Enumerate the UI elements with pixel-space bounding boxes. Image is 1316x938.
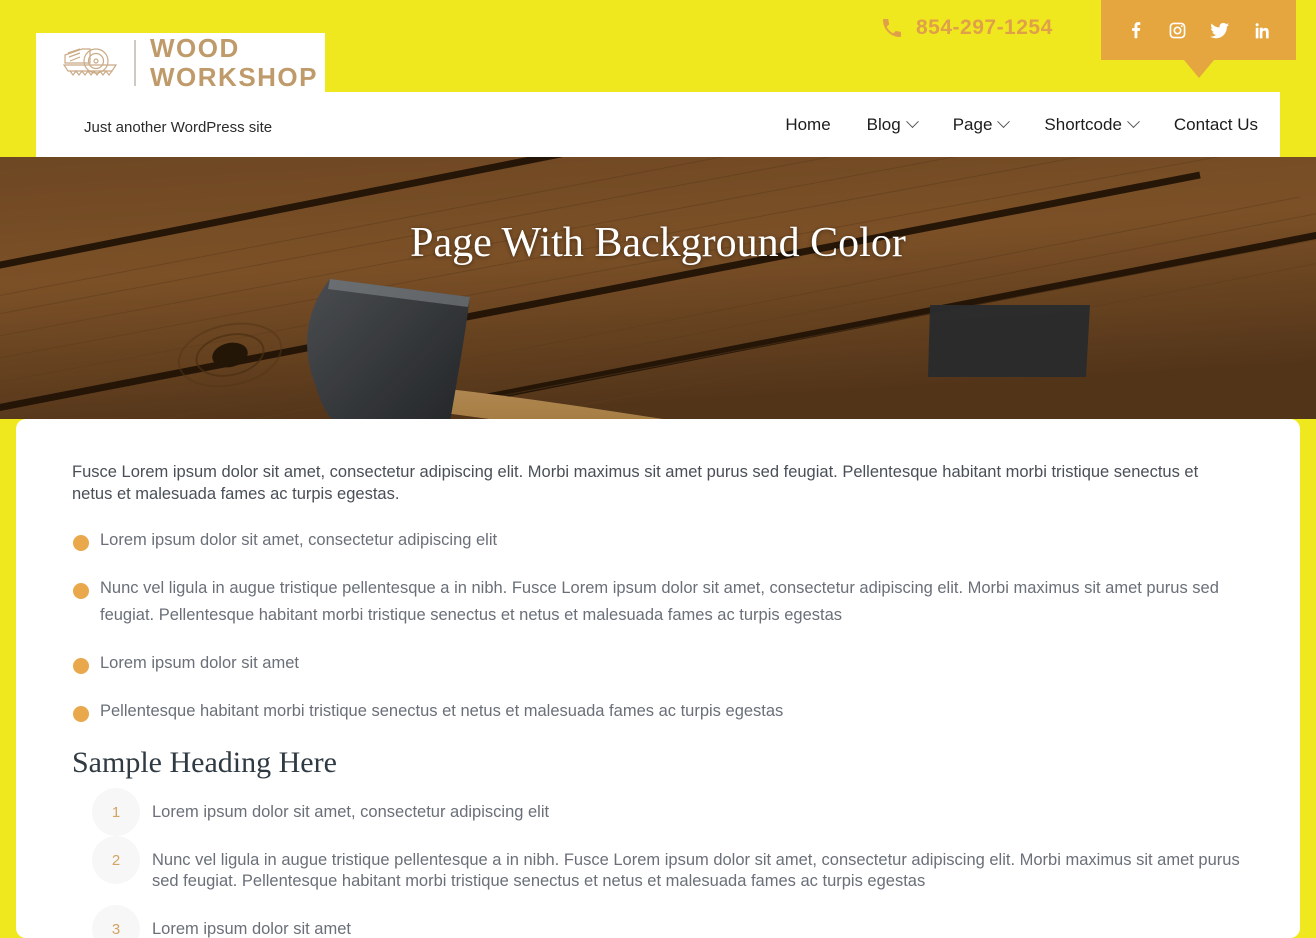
list-item: 2 Nunc vel ligula in augue tristique pel… (72, 836, 1244, 892)
section-heading: Sample Heading Here (72, 746, 337, 779)
logo-line-2: WORKSHOP (150, 62, 318, 92)
logo-divider (134, 40, 136, 86)
site-tagline: Just another WordPress site (84, 119, 273, 136)
phone-icon (880, 16, 904, 40)
phone-number[interactable]: 854-297-1254 (916, 16, 1053, 40)
site-logo[interactable]: WOOD WORKSHOP (36, 33, 325, 93)
nav-label: Shortcode (1044, 114, 1122, 134)
main-navbar: Just another WordPress site Home Blog Pa… (36, 92, 1280, 157)
chevron-down-icon (905, 115, 919, 129)
list-item-text: Nunc vel ligula in augue tristique pelle… (152, 851, 1240, 890)
chevron-down-icon (1127, 115, 1140, 129)
nav-item-contact-us[interactable]: Contact Us (1156, 115, 1276, 135)
nav-item-shortcode[interactable]: Shortcode (1026, 115, 1156, 135)
list-item-text: Lorem ipsum dolor sit amet, consectetur … (152, 803, 550, 821)
list-number-badge: 3 (92, 905, 140, 938)
bullet-list: Lorem ipsum dolor sit amet, consectetur … (72, 527, 1244, 725)
intro-paragraph: Fusce Lorem ipsum dolor sit amet, consec… (72, 463, 1199, 503)
list-item: Lorem ipsum dolor sit amet (72, 650, 1244, 677)
hero-background-image (0, 157, 1316, 419)
list-item: Nunc vel ligula in augue tristique pelle… (72, 575, 1244, 629)
nav-label: Home (785, 114, 831, 134)
list-number-badge: 2 (92, 836, 140, 884)
numbered-list: 1 Lorem ipsum dolor sit amet, consectetu… (72, 788, 1244, 938)
list-item-text: Lorem ipsum dolor sit amet (152, 920, 351, 938)
chevron-down-icon (997, 115, 1011, 129)
social-links-bar (1101, 0, 1296, 78)
facebook-icon[interactable] (1123, 17, 1149, 43)
nav-label: Blog (866, 114, 901, 134)
nav-item-page[interactable]: Page (935, 115, 1027, 135)
logo-wordmark: WOOD WORKSHOP (150, 34, 318, 92)
hero-banner: Page With Background Color Home › Page W… (0, 157, 1316, 419)
social-bar-pointer (1183, 60, 1214, 78)
list-item: 1 Lorem ipsum dolor sit amet, consectetu… (72, 788, 1244, 836)
list-number-badge: 1 (92, 788, 140, 836)
page-title: Page With Background Color (410, 220, 906, 266)
nav-label: Contact Us (1173, 114, 1258, 134)
content-card: Fusce Lorem ipsum dolor sit amet, consec… (16, 419, 1300, 938)
instagram-icon[interactable] (1165, 17, 1191, 43)
twitter-icon[interactable] (1207, 17, 1233, 43)
primary-navigation: Home Blog Page Shortcode Contact Us (767, 92, 1280, 157)
circular-saw-icon (60, 41, 120, 85)
list-item: Pellentesque habitant morbi tristique se… (72, 698, 1244, 725)
list-item: Lorem ipsum dolor sit amet, consectetur … (72, 527, 1244, 554)
list-item: 3 Lorem ipsum dolor sit amet (72, 905, 1244, 938)
linkedin-icon[interactable] (1249, 17, 1275, 43)
phone-block[interactable]: 854-297-1254 (880, 16, 1053, 40)
nav-label: Page (952, 114, 993, 134)
nav-item-home[interactable]: Home (767, 115, 848, 135)
nav-item-blog[interactable]: Blog (849, 115, 935, 135)
logo-line-1: WOOD (150, 33, 240, 63)
